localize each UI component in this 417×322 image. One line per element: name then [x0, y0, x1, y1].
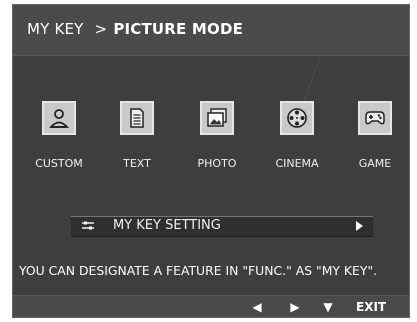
- settings-sliders-icon: [82, 221, 94, 230]
- title-bar: MY KEY > PICTURE MODE: [13, 5, 409, 56]
- gamepad-icon: [358, 101, 392, 135]
- picture-mode-list: CUSTOM TEXT PHOTO CINEMA GAME: [13, 101, 409, 191]
- mode-cinema[interactable]: CINEMA: [257, 101, 337, 170]
- mode-label: CINEMA: [275, 157, 319, 170]
- photo-icon: [200, 101, 234, 135]
- mode-label: GAME: [358, 157, 392, 170]
- mode-label: TEXT: [123, 157, 151, 170]
- left-arrow-button[interactable]: ◀: [248, 300, 266, 314]
- right-arrow-button[interactable]: ▶: [286, 300, 304, 314]
- mode-label: PHOTO: [197, 157, 237, 170]
- page-title: MY KEY > PICTURE MODE: [27, 20, 243, 38]
- person-icon: [42, 101, 76, 135]
- title-mode: PICTURE MODE: [113, 20, 244, 38]
- my-key-setting-button[interactable]: MY KEY SETTING: [71, 216, 373, 237]
- document-icon: [120, 101, 154, 135]
- arrow-right-icon: [356, 221, 363, 231]
- mode-photo[interactable]: PHOTO: [177, 101, 257, 170]
- title-separator: >: [94, 20, 108, 38]
- down-arrow-button[interactable]: ▼: [319, 300, 337, 314]
- title-prefix: MY KEY: [27, 20, 84, 38]
- film-reel-icon: [280, 101, 314, 135]
- hint-text: YOU CAN DESIGNATE A FEATURE IN "FUNC." A…: [19, 263, 378, 278]
- mode-text[interactable]: TEXT: [97, 101, 177, 170]
- my-key-setting-label: MY KEY SETTING: [113, 218, 221, 233]
- bottom-nav-bar: ◀ ▶ ▼ EXIT: [13, 295, 409, 317]
- osd-panel: MY KEY > PICTURE MODE CUSTOM TEXT PHOTO: [12, 4, 410, 318]
- mode-label: CUSTOM: [35, 157, 83, 170]
- mode-game[interactable]: GAME: [335, 101, 409, 170]
- exit-button[interactable]: EXIT: [356, 300, 386, 314]
- mode-custom[interactable]: CUSTOM: [19, 101, 99, 170]
